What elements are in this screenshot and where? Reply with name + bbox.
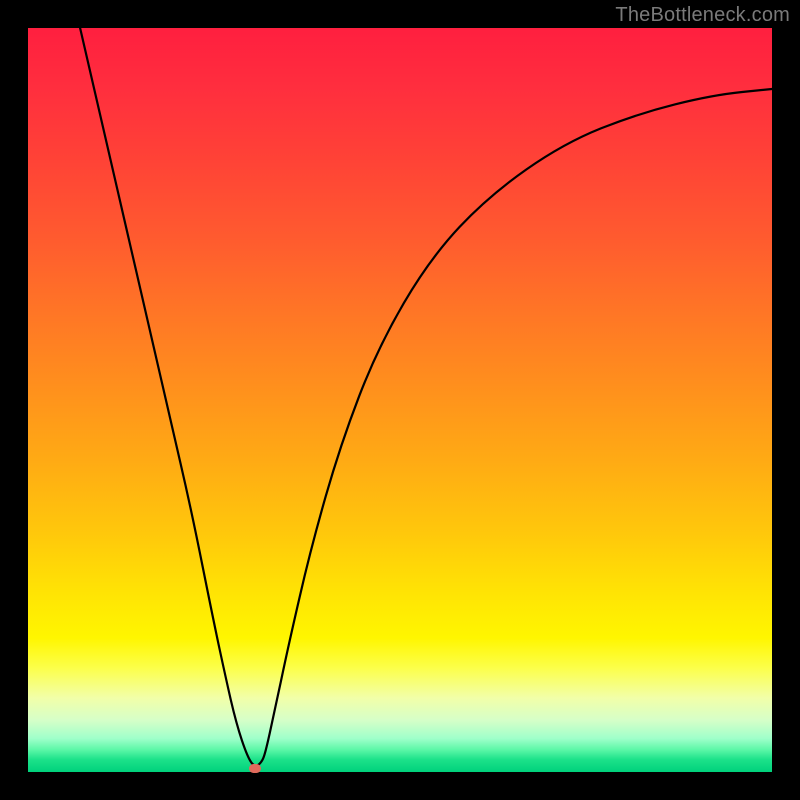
plot-area: [28, 28, 772, 772]
bottleneck-curve: [28, 28, 772, 772]
watermark-text: TheBottleneck.com: [615, 4, 790, 27]
minimum-marker: [249, 764, 261, 773]
chart-frame: TheBottleneck.com: [0, 0, 800, 800]
